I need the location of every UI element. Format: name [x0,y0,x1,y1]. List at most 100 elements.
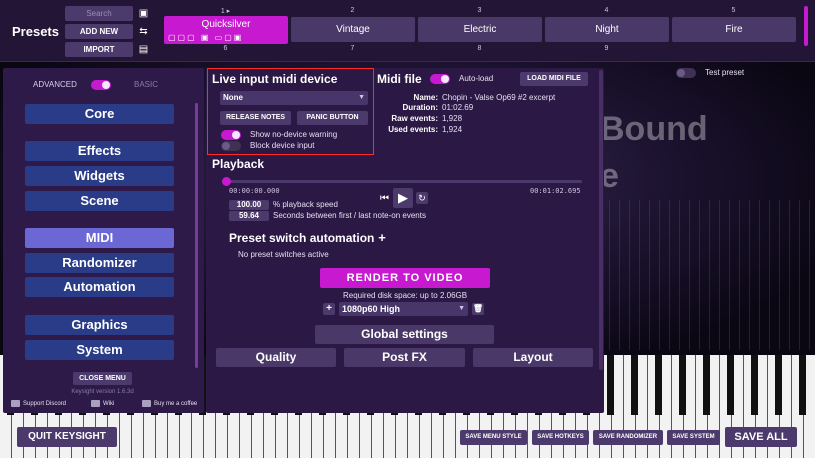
advanced-mode-label: ADVANCED [33,80,77,89]
preset-tile-electric[interactable]: Electric [418,17,542,42]
background-title-overlay: Bound e [600,110,708,195]
save-hotkeys-button[interactable]: SAVE HOTKEYS [532,430,589,445]
nav-automation[interactable]: Automation [25,277,174,297]
midi-device-select[interactable]: None ▼ [220,91,368,105]
nav-midi[interactable]: MIDI [25,228,174,248]
preset-tile-quicksilver[interactable]: Quicksilver ▢▢▢ ▣ ▭▢▣ [164,16,288,44]
show-warning-toggle[interactable] [221,130,241,140]
nav-randomizer[interactable]: Randomizer [25,253,174,273]
buy-coffee-link[interactable]: Buy me a coffee [142,400,197,407]
support-discord-link[interactable]: Support Discord [11,400,66,407]
quality-button[interactable]: Quality [216,348,336,367]
wiki-link[interactable]: Wiki [91,400,114,407]
global-settings-button[interactable]: Global settings [315,325,494,344]
preset-tile-night[interactable]: Night [545,17,669,42]
play-button[interactable]: ▶ [393,188,413,208]
preset-number-7: 7 [350,45,355,52]
live-input-title: Live input midi device [212,72,338,86]
preset-number-1: 1 ▸ [220,8,231,15]
nav-widgets[interactable]: Widgets [25,166,174,186]
block-input-label: Block device input [250,141,315,150]
midi-file-title: Midi file [377,72,422,86]
automation-empty-text: No preset switches active [238,250,329,259]
playback-position-handle[interactable] [222,177,231,186]
play-icon: ▶ [398,190,408,205]
raw-events-key: Raw events: [391,114,438,123]
preset-number-8: 8 [477,45,482,52]
save-randomizer-button[interactable]: SAVE RANDOMIZER [593,430,663,445]
presets-scrollbar[interactable] [804,6,808,46]
presets-title: Presets [12,24,59,39]
mode-toggle[interactable] [91,80,111,90]
note-gap-label: Seconds between first / last note-on eve… [273,211,426,220]
time-start: 00:00:00.000 [229,187,280,195]
preset-search-input[interactable]: Search [65,6,133,21]
add-render-preset-button[interactable]: + [323,303,335,315]
playback-title: Playback [212,157,265,171]
midi-duration-value: 01:02.69 [442,103,474,112]
time-end: 00:01:02.695 [530,187,581,195]
basic-mode-label: BASIC [134,80,159,89]
save-icon[interactable]: ▤ [137,43,150,56]
plus-icon: + [326,303,332,314]
plus-icon: + [378,230,386,245]
layout-button[interactable]: Layout [473,348,593,367]
save-all-button[interactable]: SAVE ALL [725,427,797,447]
automation-title: Preset switch automation [229,231,375,245]
autoload-toggle[interactable] [430,74,450,84]
add-automation-button[interactable]: + [376,230,388,245]
used-events-value: 1,924 [442,125,463,134]
preset-tile-fire[interactable]: Fire [672,17,796,42]
note-gap-input[interactable]: 59.64 [229,211,269,221]
preset-tile-vintage[interactable]: Vintage [291,17,415,42]
panic-button[interactable]: PANIC BUTTON [297,111,368,125]
preset-number-3: 3 [477,7,482,14]
nav-system[interactable]: System [25,340,174,360]
preset-number-5: 5 [731,7,736,14]
coffee-icon [142,400,151,407]
release-notes-button[interactable]: RELEASE NOTES [220,111,291,125]
resolution-select[interactable]: 1080p60 High ▼ [339,302,468,316]
chevron-down-icon: ▼ [458,305,465,312]
preset-number-9: 9 [604,45,609,52]
discord-icon [11,400,20,407]
nav-effects[interactable]: Effects [25,141,174,161]
chevron-down-icon: ▼ [358,94,365,101]
close-menu-button[interactable]: CLOSE MENU [73,372,132,385]
loop-icon: ↻ [418,193,426,203]
main-panel-scrollbar[interactable] [599,70,603,370]
loop-button[interactable]: ↻ [416,192,428,204]
post-fx-button[interactable]: Post FX [344,348,465,367]
test-preset-toggle[interactable] [676,68,696,78]
render-to-video-button[interactable]: RENDER TO VIDEO [320,268,490,288]
folder-icon[interactable]: ▣ [137,7,150,20]
add-new-preset-button[interactable]: ADD NEW [65,24,133,39]
midi-name-value: Chopin - Valse Op69 #2 excerpt [442,93,556,102]
delete-render-preset-button[interactable]: 🗑 [472,303,484,315]
note-lines [600,200,815,350]
block-input-toggle[interactable] [221,141,241,151]
nav-scene[interactable]: Scene [25,191,174,211]
preset-tile-action-icons[interactable]: ▢▢▢ ▣ ▭▢▣ [168,34,243,42]
sidebar-scrollbar[interactable] [195,103,198,368]
playback-timeline-slider[interactable] [222,177,582,186]
disk-space-text: Required disk space: up to 2.06GB [343,291,468,300]
import-preset-button[interactable]: IMPORT [65,42,133,57]
nav-core[interactable]: Core [25,104,174,124]
playback-speed-input[interactable]: 100.00 [229,200,269,210]
save-system-button[interactable]: SAVE SYSTEM [667,430,720,445]
load-midi-file-button[interactable]: LOAD MIDI FILE [520,72,588,86]
quit-keysight-button[interactable]: QUIT KEYSIGHT [17,427,117,447]
nav-graphics[interactable]: Graphics [25,315,174,335]
preset-number-4: 4 [604,7,609,14]
playback-speed-label: % playback speed [273,200,338,209]
trash-icon: 🗑 [472,304,484,313]
autoload-label: Auto-load [459,74,494,83]
raw-events-value: 1,928 [442,114,463,123]
swap-icon[interactable]: ⇆ [137,25,150,38]
version-text: Keysight version 1.6.3d [71,389,134,395]
save-menu-style-button[interactable]: SAVE MENU STYLE [460,430,527,445]
midi-duration-key: Duration: [402,103,438,112]
skip-back-icon[interactable]: ⏮ [380,193,389,204]
test-preset-label: Test preset [705,68,745,77]
